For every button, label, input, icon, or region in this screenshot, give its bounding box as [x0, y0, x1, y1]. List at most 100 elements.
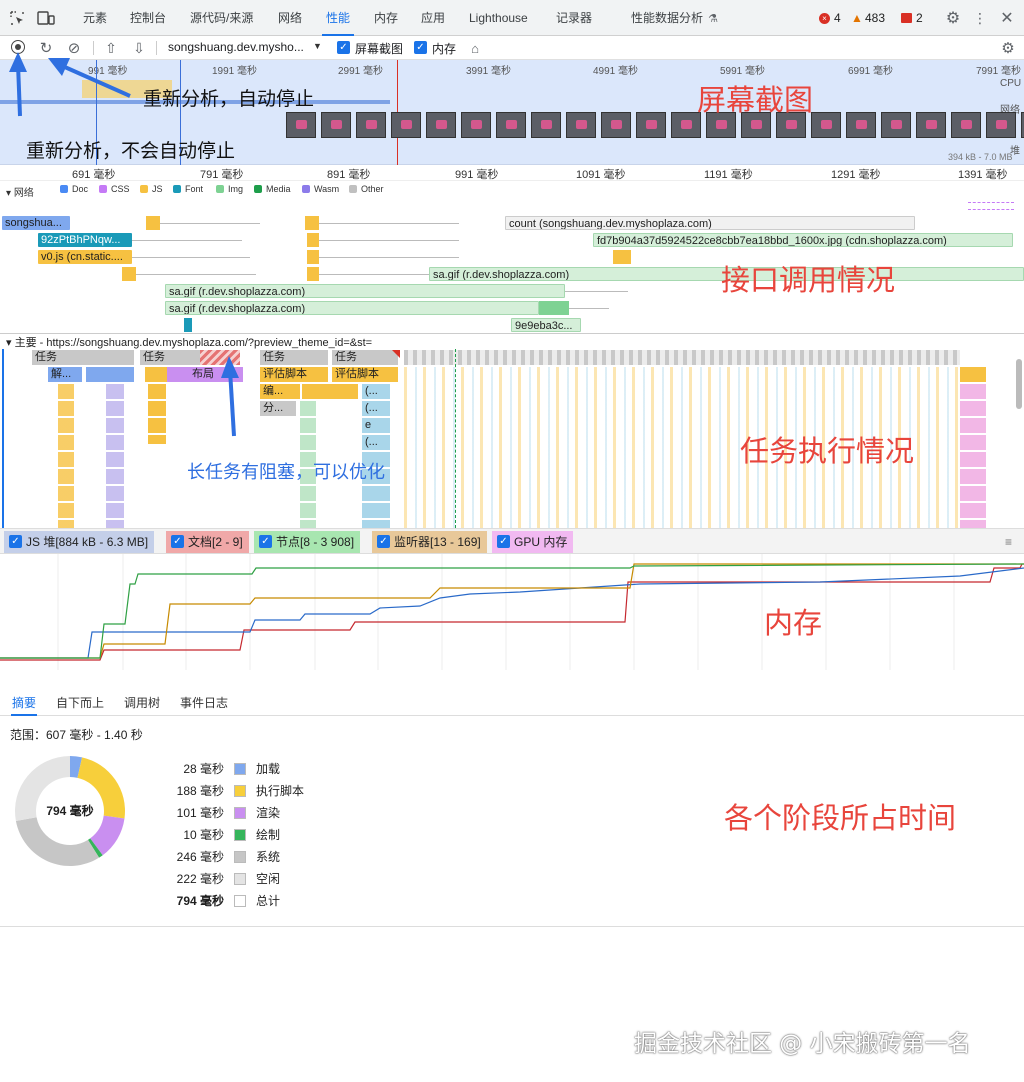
tab-memory[interactable]: 内存	[374, 0, 398, 36]
capture-settings-gear-icon[interactable]: ⚙	[999, 39, 1017, 57]
tab-console[interactable]: 控制台	[130, 0, 166, 36]
drag-handle-icon[interactable]: ≡	[1005, 535, 1012, 549]
screenshot-thumbnail[interactable]	[601, 112, 631, 138]
devtools-tab-bar: 元素 控制台 源代码/来源 网络 性能 内存 应用 Lighthouse 记录器…	[0, 0, 1024, 36]
warning-count[interactable]: 483	[865, 11, 885, 25]
screenshot-thumbnail[interactable]	[286, 112, 316, 138]
js-heap-counter-toggle[interactable]: JS 堆[884 kB - 6.3 MB]	[4, 531, 155, 553]
evaluate-script-block[interactable]: 评估脚本	[332, 367, 398, 382]
tab-bottom-up[interactable]: 自下而上	[56, 690, 104, 716]
task-block[interactable]: 任务	[32, 350, 134, 365]
tab-event-log[interactable]: 事件日志	[180, 690, 228, 716]
profile-url-select[interactable]: songshuang.dev.mysho...	[168, 40, 304, 54]
screenshot-thumbnail[interactable]	[636, 112, 666, 138]
summary-swatch	[234, 851, 246, 863]
issues-count[interactable]: 2	[916, 11, 923, 25]
gpu-memory-counter-toggle[interactable]: GPU 内存	[492, 531, 574, 553]
function-call-block[interactable]: (...	[362, 435, 390, 450]
screenshot-thumbnail[interactable]	[951, 112, 981, 138]
layout-block[interactable]: 布局	[167, 367, 243, 382]
more-options-icon[interactable]: ⋮	[973, 10, 987, 26]
tab-sources[interactable]: 源代码/来源	[190, 0, 253, 36]
screenshot-thumbnail[interactable]	[916, 112, 946, 138]
network-request[interactable]: sa.gif (r.dev.shoplazza.com)	[165, 284, 565, 298]
device-toolbar-icon[interactable]	[36, 10, 56, 26]
screenshot-thumbnail[interactable]	[531, 112, 561, 138]
record-button[interactable]	[11, 40, 25, 54]
nodes-counter-toggle[interactable]: 节点[8 - 3 908]	[254, 531, 361, 553]
tab-application[interactable]: 应用	[421, 0, 445, 36]
task-block[interactable]: 任务	[332, 350, 398, 365]
screenshot-thumbnail[interactable]	[391, 112, 421, 138]
download-profile-icon[interactable]: ⇩	[131, 39, 147, 57]
reload-record-button[interactable]: ↻	[37, 39, 55, 57]
screenshot-thumbnail[interactable]	[881, 112, 911, 138]
settings-gear-icon[interactable]: ⚙	[944, 10, 962, 27]
tab-network[interactable]: 网络	[278, 0, 302, 36]
scrollbar[interactable]	[1016, 359, 1022, 409]
network-request-bar[interactable]	[968, 202, 1014, 210]
flame-block[interactable]	[86, 367, 134, 382]
network-request-bar[interactable]	[307, 267, 319, 281]
network-request[interactable]: 92zPtBhPNqw...	[38, 233, 132, 247]
close-icon[interactable]: ✕	[998, 9, 1016, 27]
network-request-bar[interactable]	[307, 250, 319, 264]
screenshot-thumbnail[interactable]	[461, 112, 491, 138]
network-request-bar[interactable]	[184, 318, 192, 332]
flame-block[interactable]	[302, 384, 358, 399]
network-request[interactable]: sa.gif (r.dev.shoplazza.com)	[165, 301, 539, 315]
screenshot-thumbnail[interactable]	[496, 112, 526, 138]
function-call-block[interactable]: (...	[362, 384, 390, 399]
network-request[interactable]: count (songshuang.dev.myshoplaza.com)	[505, 216, 915, 230]
main-thread-header[interactable]: ▾ 主要 - https://songshuang.dev.myshoplaza…	[0, 333, 1024, 349]
function-call-block[interactable]: (...	[362, 401, 390, 416]
listeners-counter-toggle[interactable]: 监听器[13 - 169]	[372, 531, 487, 553]
flame-block[interactable]	[145, 367, 167, 382]
network-request[interactable]: 9e9eba3c...	[511, 318, 581, 332]
garbage-collect-broom-icon[interactable]: ⌂	[467, 39, 483, 57]
screenshot-thumbnail[interactable]	[986, 112, 1016, 138]
network-request-bar[interactable]	[307, 233, 319, 247]
network-request-bar[interactable]	[122, 267, 136, 281]
long-task-overrun[interactable]	[200, 350, 240, 365]
tab-summary[interactable]: 摘要	[11, 690, 38, 716]
tab-call-tree[interactable]: 调用树	[124, 690, 160, 716]
screenshot-thumbnail[interactable]	[846, 112, 876, 138]
upload-profile-icon[interactable]: ⇧	[103, 39, 119, 57]
tab-lighthouse[interactable]: Lighthouse	[469, 0, 528, 36]
network-request-bar[interactable]	[146, 216, 160, 230]
network-request-bar[interactable]	[613, 250, 631, 264]
network-request-bar[interactable]	[539, 301, 569, 315]
documents-counter-toggle[interactable]: 文档[2 - 9]	[166, 531, 249, 553]
flame-block[interactable]	[960, 367, 986, 382]
tab-elements[interactable]: 元素	[83, 0, 107, 36]
compile-block[interactable]: 编...	[260, 384, 300, 399]
network-request[interactable]: songshua...	[2, 216, 70, 230]
network-request[interactable]: fd7b904a37d5924522ce8cbb7ea18bbd_1600x.j…	[593, 233, 1013, 247]
network-request-bar[interactable]	[305, 216, 319, 230]
screenshot-thumbnail[interactable]	[426, 112, 456, 138]
memory-checkbox[interactable]: ✓	[414, 41, 427, 54]
parse-html-block[interactable]: 解...	[48, 367, 82, 382]
screenshots-checkbox[interactable]: ✓	[337, 41, 350, 54]
inspect-element-icon[interactable]	[8, 10, 26, 26]
network-track-header[interactable]: ▾ 网络 Doc CSS JS Font Img Media Wasm Othe…	[0, 182, 1024, 199]
function-call-block[interactable]: e	[362, 418, 390, 433]
annotation-reload-auto: 重新分析，自动停止	[143, 88, 315, 110]
tab-performance-insights[interactable]: 性能数据分析	[631, 0, 703, 36]
screenshot-thumbnail[interactable]	[811, 112, 841, 138]
tab-recorder[interactable]: 记录器	[556, 0, 592, 36]
summary-row: 222 毫秒 空闲	[150, 868, 350, 890]
error-count[interactable]: 4	[834, 11, 841, 25]
clear-icon[interactable]: ⊘	[65, 39, 83, 57]
screenshot-thumbnail[interactable]	[321, 112, 351, 138]
details-tab-bar: 摘要 自下而上 调用树 事件日志	[0, 690, 1024, 716]
evaluate-script-block[interactable]: 评估脚本	[260, 367, 328, 382]
task-block[interactable]: 任务	[140, 350, 200, 365]
screenshot-thumbnail[interactable]	[356, 112, 386, 138]
tab-performance[interactable]: 性能	[322, 0, 355, 36]
task-block[interactable]: 任务	[260, 350, 328, 365]
parse-block[interactable]: 分...	[260, 401, 296, 416]
screenshot-thumbnail[interactable]	[566, 112, 596, 138]
network-request[interactable]: v0.js (cn.static....	[38, 250, 132, 264]
